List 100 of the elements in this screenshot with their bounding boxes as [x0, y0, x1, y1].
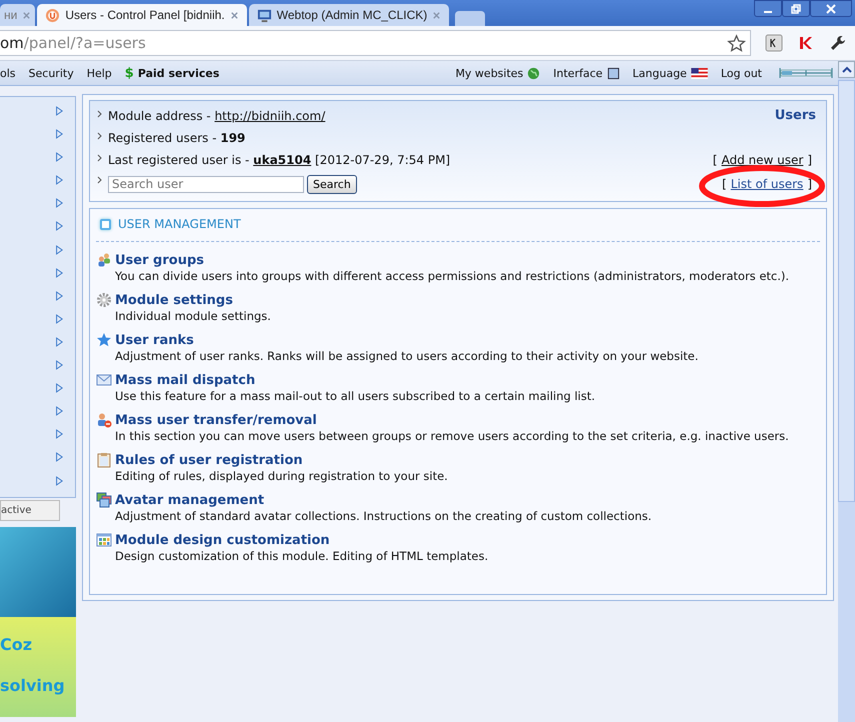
expand-arrow-icon[interactable]	[55, 290, 63, 302]
address-bar[interactable]: om/panel/?a=users	[0, 30, 751, 56]
globe-icon	[527, 66, 540, 80]
module-link[interactable]: Avatar management	[115, 492, 264, 508]
expand-arrow-icon[interactable]	[55, 359, 63, 372]
list-users-link[interactable]: List of users	[730, 177, 804, 191]
menu-item[interactable]: $ Paid services	[124, 66, 220, 80]
width-slider-drawing[interactable]	[779, 67, 833, 79]
bracket: [	[712, 152, 718, 166]
expand-arrow-icon[interactable]	[55, 266, 63, 279]
expand-arrow-icon[interactable]	[55, 151, 63, 164]
module-link[interactable]: Mass mail dispatch	[115, 372, 256, 388]
k-logo-icon[interactable]	[797, 34, 815, 52]
envelope-icon	[96, 372, 112, 388]
star-icon[interactable]	[727, 34, 746, 52]
monitor-icon	[256, 8, 272, 22]
expand-arrow-icon[interactable]	[55, 312, 63, 325]
menu-item[interactable]: ols	[0, 66, 16, 80]
banner-text: solving	[0, 676, 66, 695]
user-remove-icon	[96, 412, 112, 428]
browser-tab[interactable]: Users - Control Panel [bidniih.	[37, 4, 247, 26]
flag-icon	[690, 68, 708, 78]
clipboard-icon	[96, 452, 112, 468]
star-icon	[96, 332, 112, 348]
search-field[interactable]: Search user	[108, 176, 304, 192]
module-link[interactable]: Rules of user registration	[115, 452, 303, 468]
menu-item[interactable]: Log out	[720, 66, 762, 80]
menu-item[interactable]: Help	[86, 66, 112, 80]
close-icon	[825, 2, 837, 14]
close-icon[interactable]	[22, 10, 32, 20]
banner-text: Coz	[0, 635, 34, 654]
registered-users-label: Registered users -	[108, 130, 218, 144]
expand-arrow-icon[interactable]	[55, 128, 63, 140]
k-key-icon[interactable]	[765, 34, 783, 52]
wrench-icon[interactable]	[829, 34, 847, 52]
search-button[interactable]: Search	[307, 174, 357, 194]
close-icon[interactable]	[230, 10, 239, 20]
module-description: Editing of rules, displayed during registration to your site.	[114, 469, 449, 483]
minimize-icon	[764, 10, 772, 12]
module-description: Individual module settings.	[114, 309, 272, 323]
chevron-icon	[97, 110, 103, 118]
module-description: In this section you can move users between groups or remove users according to the set criteria, e.g. inactive users.	[114, 429, 790, 443]
layout-grid-icon	[96, 532, 112, 548]
browser-tab[interactable]: Webtop (Admin MC_CLICK)	[248, 4, 450, 26]
module-link[interactable]: Module design customization	[115, 532, 330, 548]
new-tab-button[interactable]	[455, 11, 486, 26]
menu-item[interactable]: Interface	[553, 66, 620, 80]
scrollbar[interactable]	[838, 61, 855, 722]
scroll-up-button[interactable]	[838, 61, 855, 78]
module-description: Design customization of this module. Editing of HTML templates.	[114, 549, 490, 563]
menu-item[interactable]: Security	[28, 66, 74, 80]
url-text: om/panel/?a=users	[0, 34, 146, 52]
pictures-icon	[96, 492, 112, 508]
caret-icon	[842, 66, 852, 74]
registered-users-count: 199	[220, 130, 246, 144]
chevron-icon	[97, 176, 103, 184]
module-link[interactable]: User groups	[115, 252, 204, 268]
module-address-link[interactable]: http://bidniih.com/	[214, 108, 326, 122]
module-description: You can divide users into groups with different access permissions and restrictions (administrators, moderators etc.).	[114, 269, 790, 283]
registration-date: [2012-07-29, 7:54 PM]	[315, 152, 450, 166]
expand-arrow-icon[interactable]	[55, 428, 63, 440]
minimize-button[interactable]	[754, 0, 782, 17]
sidebar-button[interactable]: active	[0, 500, 60, 521]
expand-arrow-icon[interactable]	[55, 174, 63, 186]
last-user-label: Last registered user is -	[108, 152, 250, 166]
module-description: Adjustment of user ranks. Ranks will be assigned to users according to their activity on your website.	[114, 349, 700, 363]
module-link[interactable]: Module settings	[115, 292, 233, 308]
restore-button[interactable]	[782, 0, 810, 17]
square-icon	[606, 66, 620, 80]
bracket: ]	[806, 152, 813, 166]
menu-item[interactable]: My websites	[455, 66, 540, 80]
bracket: ]	[806, 177, 813, 191]
expand-arrow-icon[interactable]	[55, 451, 63, 464]
module-link[interactable]: Mass user transfer/removal	[115, 412, 317, 428]
users-icon	[96, 252, 112, 268]
menu-item[interactable]: Language	[632, 66, 708, 80]
panel-title: Users	[774, 108, 816, 123]
bracket: [	[721, 177, 728, 191]
module-address-label: Module address -	[108, 108, 212, 122]
expand-arrow-icon[interactable]	[55, 382, 63, 394]
expand-arrow-icon[interactable]	[55, 405, 63, 418]
gear-icon	[96, 292, 112, 308]
expand-arrow-icon[interactable]	[55, 220, 63, 232]
close-icon[interactable]	[432, 10, 442, 20]
chevron-icon	[97, 154, 103, 162]
expand-arrow-icon[interactable]	[55, 244, 63, 256]
module-description: Use this feature for a mass mail-out to all users subscribed to a certain mailing list.	[114, 389, 596, 403]
section-heading: USER MANAGEMENT	[118, 217, 241, 231]
restore-icon	[790, 2, 802, 14]
logo-icon	[45, 8, 60, 22]
bullet-icon	[100, 218, 111, 230]
close-button[interactable]	[810, 0, 852, 17]
module-link[interactable]: User ranks	[115, 332, 194, 348]
expand-arrow-icon[interactable]	[55, 474, 63, 486]
last-user-link[interactable]: uka5104	[253, 152, 312, 166]
expand-arrow-icon[interactable]	[55, 105, 63, 117]
module-description: Adjustment of standard avatar collections. Instructions on the creating of custom collections.	[114, 509, 653, 523]
expand-arrow-icon[interactable]	[55, 197, 63, 210]
expand-arrow-icon[interactable]	[55, 336, 63, 348]
add-user-link[interactable]: Add new user	[721, 152, 804, 166]
